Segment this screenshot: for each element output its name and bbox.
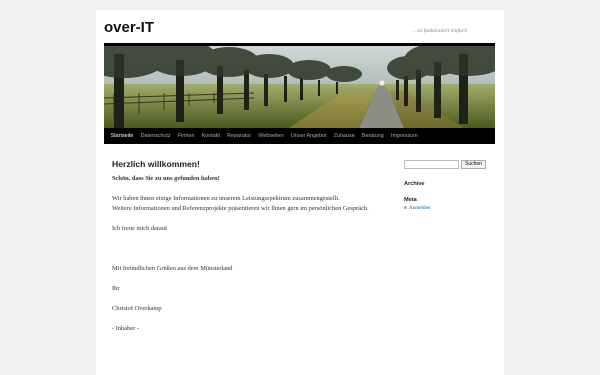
page-container: over-IT …es funktioniert einfach Startse… [96, 10, 504, 375]
main-navigation: Startseite Datenschutz Firmen Kontakt Re… [104, 128, 495, 144]
author-role: - Inhaber - [112, 325, 139, 332]
meta-link-list: ■ Anmelden [404, 205, 496, 211]
nav-item-zuhause[interactable]: Zuhause [330, 133, 358, 139]
search-input[interactable] [404, 160, 459, 169]
nav-item-firmen[interactable]: Firmen [174, 133, 198, 139]
bullet-icon: ■ [404, 205, 407, 211]
nav-item-beratung[interactable]: Beratung [358, 133, 387, 139]
header-banner-image [104, 43, 495, 131]
meta-widget-title: Meta [404, 197, 417, 203]
nav-item-webseiten[interactable]: Webseiten [255, 133, 288, 139]
nav-item-kontakt[interactable]: Kontakt [198, 133, 223, 139]
login-link[interactable]: Anmelden [409, 205, 431, 211]
signoff-text: Ihr [112, 285, 120, 292]
nav-item-reparatur[interactable]: Reparatur [224, 133, 255, 139]
intro-line-1: Wir haben ihnen einige Informationen zu … [112, 195, 340, 202]
nav-item-impressum[interactable]: Impressum [387, 133, 421, 139]
nav-item-unser-angebot[interactable]: Unser Angebot [287, 133, 330, 139]
intro-line-2: Weitere Informationen und Referenzprojek… [112, 205, 369, 212]
lead-text: Schön, dass Sie zu uns gefunden haben! [112, 175, 220, 182]
site-title[interactable]: over-IT [104, 19, 154, 36]
nav-item-datenschutz[interactable]: Datenschutz [137, 133, 174, 139]
site-tagline: …es funktioniert einfach [412, 28, 467, 34]
list-item: ■ Anmelden [404, 205, 496, 211]
main-content: Herzlich willkommen! Schön, dass Sie zu … [112, 159, 382, 334]
page-title: Herzlich willkommen! [112, 159, 200, 169]
greeting-text: Mit freundlichen Grüßen aus dem Münsterl… [112, 265, 233, 272]
search-form: Suchen [404, 160, 496, 169]
sidebar: Suchen Archive Meta ■ Anmelden [404, 160, 496, 211]
author-name: Christof Overkamp [112, 305, 162, 312]
search-button[interactable]: Suchen [461, 160, 486, 169]
nav-item-startseite[interactable]: Startseite [107, 133, 137, 139]
closing-text: Ich freue mich darauf [112, 225, 168, 232]
archive-widget-title: Archive [404, 181, 425, 187]
